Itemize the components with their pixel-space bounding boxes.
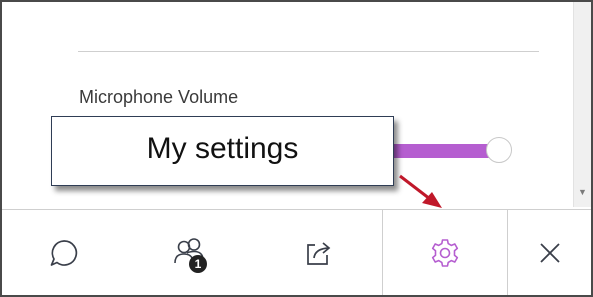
collaborate-panel: Microphone Volume ▼ My settings 1 [0, 0, 593, 297]
close-icon [539, 243, 560, 263]
scroll-down-arrow-icon[interactable]: ▼ [578, 188, 587, 197]
chat-button[interactable] [2, 210, 126, 295]
chat-icon [50, 240, 78, 266]
my-settings-tooltip: My settings [51, 116, 394, 186]
microphone-volume-slider-thumb[interactable] [486, 137, 512, 163]
tooltip-text: My settings [146, 132, 299, 165]
bottom-toolbar: 1 [2, 209, 591, 295]
microphone-volume-slider-track[interactable] [382, 144, 492, 158]
section-divider [78, 51, 539, 52]
panel-scrollbar[interactable]: ▼ [573, 2, 591, 207]
share-content-button[interactable] [254, 210, 382, 295]
share-content-icon [307, 242, 331, 265]
my-settings-button[interactable] [382, 210, 508, 295]
gear-icon [431, 239, 459, 267]
participant-count-badge: 1 [189, 255, 207, 273]
participants-button[interactable]: 1 [126, 210, 254, 295]
microphone-volume-label: Microphone Volume [79, 87, 239, 107]
close-button[interactable] [508, 210, 591, 295]
